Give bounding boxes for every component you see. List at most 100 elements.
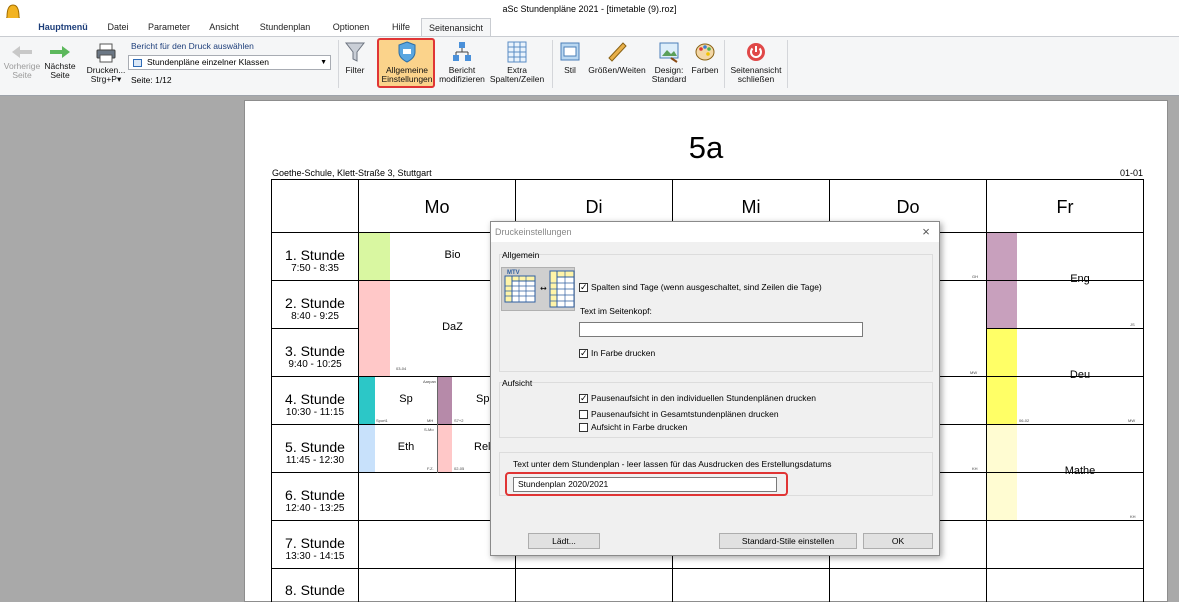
power-close-icon bbox=[747, 43, 765, 61]
app-window: aSc Stundenpläne 2021 - [timetable (9).r… bbox=[0, 0, 1179, 602]
default-styles-button[interactable]: Standard-Stile einstellen bbox=[719, 533, 857, 549]
extra-columns-button[interactable]: Extra Spalten/Zeilen bbox=[488, 40, 546, 84]
modify-report-button[interactable]: Bericht modifizieren bbox=[438, 40, 486, 84]
period-8: 8. Stunde bbox=[272, 583, 358, 598]
printer-icon bbox=[96, 43, 116, 63]
lesson-color-eth bbox=[359, 425, 375, 473]
teacher-label: MW bbox=[1128, 418, 1136, 423]
lesson-eng[interactable]: Eng bbox=[1017, 273, 1143, 285]
period-4: 4. Stunde 10:30 - 11:15 bbox=[272, 392, 358, 419]
dialog-title: Druckeinstellungen bbox=[495, 227, 572, 237]
period-name: 4. Stunde bbox=[285, 391, 345, 407]
menu-tab-stundenplan[interactable]: Stundenplan bbox=[254, 18, 316, 36]
day-header-mi: Mi bbox=[741, 197, 761, 217]
close-preview-button[interactable]: Seitenansicht schließen bbox=[728, 40, 784, 84]
checkbox-box[interactable]: ✓ bbox=[579, 349, 588, 358]
class-title: 5a bbox=[688, 130, 724, 165]
lesson-color-daz bbox=[359, 281, 390, 377]
checkbox-box[interactable] bbox=[579, 423, 588, 432]
room-label: 06-02 bbox=[1019, 418, 1030, 423]
lesson-sp[interactable]: Sp bbox=[375, 393, 437, 405]
style-label: Stil bbox=[564, 65, 576, 75]
report-tree-icon bbox=[453, 42, 471, 61]
checkbox-label: Pausenaufsicht in den individuellen Stun… bbox=[591, 393, 816, 403]
ok-button[interactable]: OK bbox=[863, 533, 933, 549]
lesson-eth[interactable]: Eth bbox=[375, 441, 437, 453]
lesson-mathe[interactable]: Mathe bbox=[1017, 465, 1143, 477]
colors-label: Farben bbox=[691, 65, 719, 75]
footer-text-label: Text unter dem Stundenplan - leer lassen… bbox=[513, 459, 832, 469]
modify-report-label-2: modifizieren bbox=[439, 74, 485, 84]
menu-tab-hilfe[interactable]: Hilfe bbox=[384, 18, 418, 36]
room-label: S7+2 bbox=[454, 418, 464, 423]
lesson-color-eng bbox=[987, 233, 1017, 329]
checkbox-box[interactable]: ✓ bbox=[579, 283, 588, 292]
prev-page-label-2: Seite bbox=[12, 70, 32, 80]
menu-tab-datei[interactable]: Datei bbox=[100, 18, 136, 36]
filter-label: Filter bbox=[345, 65, 365, 75]
style-button[interactable]: Stil bbox=[556, 40, 584, 75]
report-select-label: Bericht für den Druck auswählen bbox=[131, 41, 254, 51]
checkbox-label: Aufsicht in Farbe drucken bbox=[591, 422, 688, 432]
period-5: 5. Stunde 11:45 - 12:30 bbox=[272, 440, 358, 467]
grid-line bbox=[437, 377, 438, 473]
period-time: 13:30 - 14:15 bbox=[285, 551, 345, 562]
day-header-fr: Fr bbox=[1056, 197, 1074, 217]
menu-tab-optionen[interactable]: Optionen bbox=[326, 18, 376, 36]
period-name: 6. Stunde bbox=[285, 487, 345, 503]
report-select[interactable]: Stundenpläne einzelner Klassen ▼ bbox=[128, 55, 331, 70]
checkbox-box[interactable] bbox=[579, 410, 588, 419]
grid-line bbox=[271, 179, 1144, 180]
header-text-input[interactable] bbox=[579, 322, 863, 337]
table-grid-icon bbox=[507, 41, 527, 63]
ribbon-separator bbox=[338, 40, 339, 88]
filter-button[interactable]: Filter bbox=[340, 40, 370, 75]
dropdown-arrow-icon[interactable]: ▼ bbox=[320, 56, 327, 69]
period-name: 5. Stunde bbox=[285, 439, 345, 455]
palette-icon bbox=[695, 43, 715, 61]
period-name: 8. Stunde bbox=[285, 582, 345, 598]
period-time: 11:45 - 12:30 bbox=[285, 455, 345, 466]
ruler-icon bbox=[608, 42, 627, 62]
general-settings-button[interactable]: Allgemeine Einstellungen bbox=[379, 40, 435, 84]
print-button[interactable]: Drucken... Strg+P▾ bbox=[84, 42, 128, 84]
menu-tab-hauptmenu[interactable]: Hauptmenü bbox=[34, 18, 92, 36]
lesson-deu[interactable]: Deu bbox=[1017, 369, 1143, 381]
school-info: Goethe-Schule, Klett-Straße 3, Stuttgart bbox=[272, 168, 432, 178]
close-icon[interactable]: × bbox=[919, 224, 933, 239]
room-label: 03-04 bbox=[396, 366, 407, 371]
teacher-label: KH bbox=[1130, 514, 1136, 519]
menu-tab-seitenansicht[interactable]: Seitenansicht bbox=[421, 18, 491, 36]
supervision-group-label: Aufsicht bbox=[502, 378, 533, 388]
day-header-di: Di bbox=[585, 197, 603, 217]
next-page-label-2: Seite bbox=[50, 70, 70, 80]
timetable-icon bbox=[133, 59, 142, 67]
checkbox-label: Pausenaufsicht in Gesamtstundenplänen dr… bbox=[591, 409, 779, 419]
teacher-label: GH bbox=[972, 274, 978, 279]
design-button[interactable]: Design: Standard bbox=[650, 40, 688, 84]
checkbox-box[interactable]: ✓ bbox=[579, 394, 588, 403]
checkbox-label: Spalten sind Tage (wenn ausgeschaltet, s… bbox=[591, 282, 822, 292]
teacher-label: JS bbox=[1130, 322, 1135, 327]
menu-tab-parameter[interactable]: Parameter bbox=[144, 18, 194, 36]
teacher-label: MH bbox=[427, 418, 434, 423]
period-time: 9:40 - 10:25 bbox=[288, 359, 342, 370]
period-name: 2. Stunde bbox=[285, 295, 345, 311]
dialog-title-bar[interactable]: Druckeinstellungen × bbox=[491, 222, 939, 242]
next-page-button[interactable]: Nächste Seite bbox=[42, 44, 78, 80]
colors-button[interactable]: Farben bbox=[689, 40, 721, 75]
teacher-label: F.Z. bbox=[427, 466, 434, 471]
general-settings-label-2: Einstellungen bbox=[381, 74, 433, 84]
window-title: aSc Stundenpläne 2021 - [timetable (9).r… bbox=[502, 4, 677, 14]
extra-columns-label-2: Spalten/Zeilen bbox=[489, 74, 545, 84]
sizes-button[interactable]: Größen/Weiten bbox=[586, 40, 648, 75]
prev-page-button[interactable]: Vorherige Seite bbox=[2, 44, 42, 80]
menu-tab-ansicht[interactable]: Ansicht bbox=[202, 18, 246, 36]
lesson-color-rel bbox=[438, 425, 452, 473]
day-header-mo: Mo bbox=[424, 197, 450, 217]
arrow-right-icon bbox=[50, 46, 70, 58]
load-button[interactable]: Lädt... bbox=[528, 533, 600, 549]
style-icon bbox=[560, 42, 580, 61]
chevron-down-icon: ▾ bbox=[116, 74, 122, 84]
lesson-color-mathe bbox=[987, 425, 1017, 521]
